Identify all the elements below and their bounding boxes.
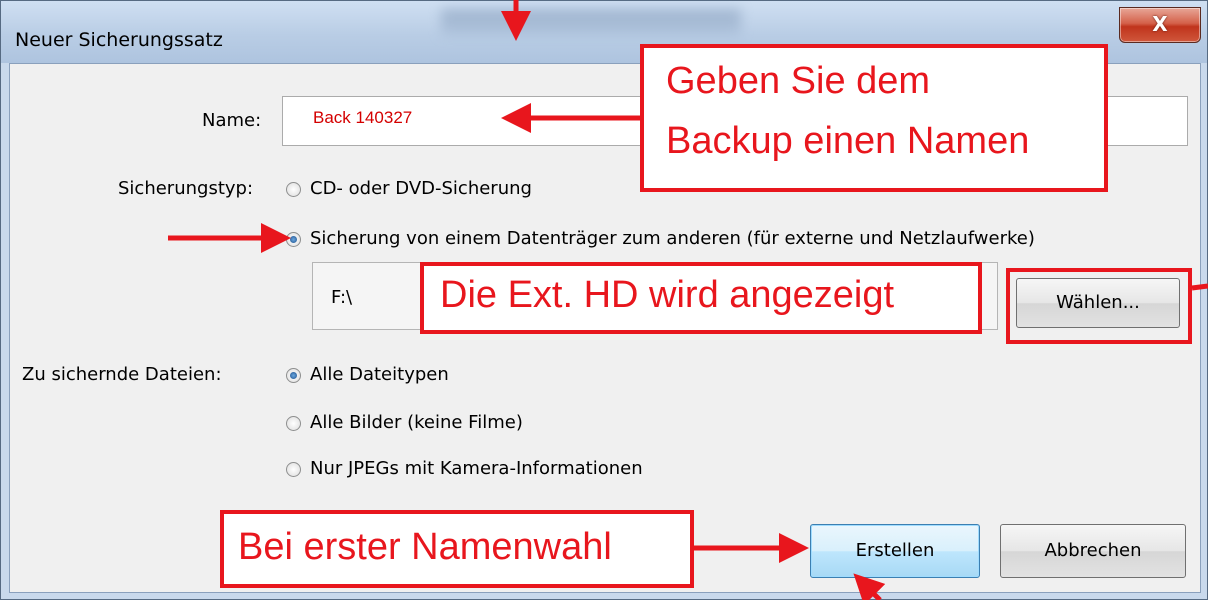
annotation-create-hint: Bei erster Namenwahl [220,510,694,588]
name-label: Name: [202,110,262,131]
radio-all-file-types-label[interactable]: Alle Dateitypen [310,364,449,385]
annotation-drive-hint-text: Die Ext. HD wird angezeigt [440,274,895,316]
annotation-name-hint-line1: Geben Sie dem [666,60,931,102]
radio-disk-to-disk[interactable] [286,232,301,247]
close-icon: X [1152,12,1168,36]
annotation-name-hint: Geben Sie dem Backup einen Namen [640,44,1108,192]
backup-type-label: Sicherungstyp: [118,178,254,199]
radio-disk-to-disk-label[interactable]: Sicherung von einem Datenträger zum ande… [310,228,1035,249]
annotation-choose-highlight [1006,268,1192,344]
radio-all-images[interactable] [286,416,301,431]
radio-jpegs-camera-info[interactable] [286,462,301,477]
window-title: Neuer Sicherungssatz [15,29,223,51]
annotation-create-hint-text: Bei erster Namenwahl [238,526,612,568]
close-button[interactable]: X [1119,7,1201,43]
radio-jpegs-camera-info-label[interactable]: Nur JPEGs mit Kamera-Informationen [310,458,643,479]
create-button[interactable]: Erstellen [810,524,980,578]
radio-cd-dvd[interactable] [286,182,301,197]
annotation-drive-hint: Die Ext. HD wird angezeigt [420,262,982,334]
radio-cd-dvd-label[interactable]: CD- oder DVD-Sicherung [310,178,532,199]
cancel-button[interactable]: Abbrechen [1000,524,1186,578]
radio-all-images-label[interactable]: Alle Bilder (keine Filme) [310,412,523,433]
files-to-backup-label: Zu sichernde Dateien: [22,364,222,385]
annotation-name-hint-line2: Backup einen Namen [666,120,1030,162]
name-input-value: Back 140327 [313,108,413,127]
blurred-background-title [441,9,741,35]
radio-all-file-types[interactable] [286,368,301,383]
destination-path-value: F:\ [331,287,353,308]
